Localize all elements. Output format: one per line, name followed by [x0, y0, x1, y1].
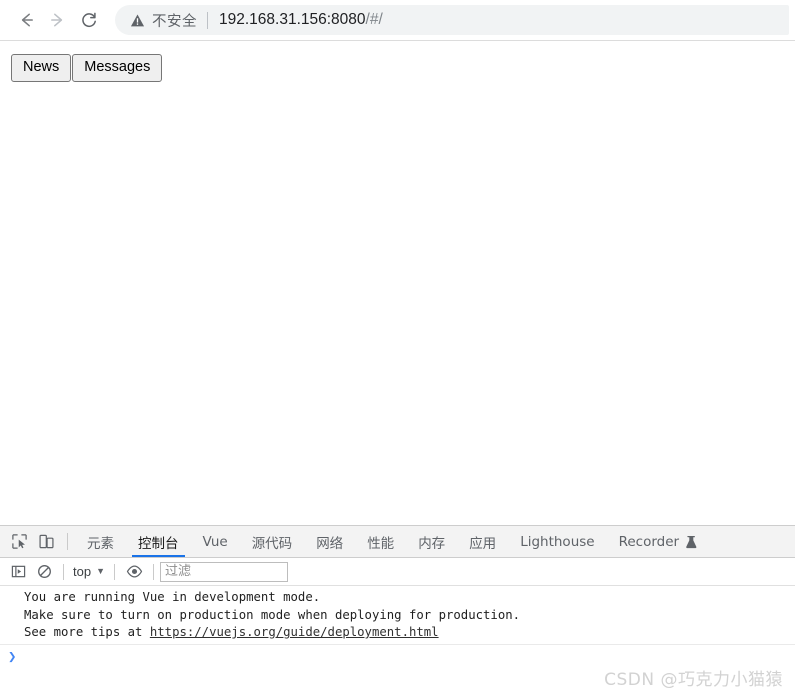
- console-toolbar: top ▼: [0, 558, 795, 586]
- browser-toolbar: 不安全 192.168.31.156:8080/#/: [0, 0, 795, 41]
- security-status-chip[interactable]: 不安全: [130, 10, 197, 31]
- forward-button[interactable]: [42, 5, 72, 35]
- clear-console-button[interactable]: [31, 559, 57, 585]
- console-message-line: You are running Vue in development mode.: [24, 590, 321, 604]
- execution-context-value: top: [73, 564, 92, 579]
- device-toolbar-button[interactable]: [33, 526, 60, 557]
- console-output: You are running Vue in development mode.…: [0, 586, 795, 697]
- devtools-panel: 元素 控制台 Vue 源代码 网络 性能 内存 应用 Lighthouse Re…: [0, 525, 795, 697]
- page-viewport: News Messages: [0, 41, 795, 525]
- tab-recorder[interactable]: Recorder: [607, 526, 710, 557]
- reload-button[interactable]: [74, 5, 104, 35]
- console-sidebar-toggle-button[interactable]: [5, 559, 31, 585]
- page-nav-buttons: News Messages: [11, 54, 795, 83]
- console-toolbar-divider-3: [153, 563, 154, 580]
- tab-application[interactable]: 应用: [457, 526, 508, 557]
- prompt-chevron-icon: ❯: [8, 648, 17, 665]
- tab-performance[interactable]: 性能: [355, 526, 406, 557]
- clear-console-icon: [37, 565, 51, 578]
- forward-arrow-icon: [51, 13, 63, 27]
- watermark: CSDN @巧克力小猫猿: [604, 670, 783, 690]
- chevron-down-icon: ▼: [96, 566, 105, 576]
- console-message-line: Make sure to turn on production mode whe…: [24, 607, 521, 622]
- tab-label: 性能: [367, 535, 395, 552]
- tab-network[interactable]: 网络: [304, 526, 355, 557]
- warning-triangle-icon: [130, 14, 145, 26]
- console-message-line: See more tips at https://vuejs.org/guide…: [24, 624, 795, 642]
- tabbar-divider: [67, 533, 68, 550]
- tab-console[interactable]: 控制台: [126, 526, 191, 557]
- console-message[interactable]: You are running Vue in development mode.…: [0, 586, 795, 645]
- tab-label: 元素: [87, 535, 114, 552]
- back-button[interactable]: [12, 5, 42, 35]
- tab-label: 源代码: [251, 535, 293, 552]
- omnibox-divider: [207, 11, 208, 29]
- tab-label: Lighthouse: [520, 533, 595, 550]
- tab-label: 网络: [316, 535, 344, 552]
- console-toolbar-divider-2: [114, 563, 115, 580]
- reload-icon: [82, 12, 96, 28]
- live-expression-eye-icon: [126, 565, 142, 578]
- url-text[interactable]: 192.168.31.156:8080/#/: [219, 11, 383, 29]
- flask-icon: [686, 535, 697, 548]
- url-host: 192.168.31.156:8080: [219, 11, 366, 28]
- tab-label: 应用: [469, 535, 497, 552]
- security-status-text: 不安全: [152, 13, 197, 30]
- browser-window: 不安全 192.168.31.156:8080/#/ News Messages: [0, 0, 795, 697]
- tab-vue[interactable]: Vue: [191, 526, 240, 557]
- console-sidebar-icon: [11, 565, 25, 578]
- back-arrow-icon: [21, 13, 33, 27]
- messages-button[interactable]: Messages: [72, 54, 163, 83]
- device-toolbar-icon: [39, 534, 54, 549]
- tab-label: 内存: [418, 535, 446, 552]
- live-expression-button[interactable]: [121, 559, 147, 585]
- url-path: /#/: [365, 11, 383, 28]
- console-filter-input[interactable]: [160, 561, 288, 582]
- tab-label: Recorder: [618, 533, 680, 550]
- news-button[interactable]: News: [11, 54, 72, 83]
- console-message-text: See more tips at: [24, 625, 150, 639]
- tab-sources[interactable]: 源代码: [240, 526, 305, 557]
- deployment-docs-link[interactable]: https://vuejs.org/guide/deployment.html: [150, 625, 439, 639]
- console-toolbar-divider-1: [63, 563, 64, 580]
- tab-lighthouse[interactable]: Lighthouse: [508, 526, 606, 557]
- address-bar[interactable]: 不安全 192.168.31.156:8080/#/: [115, 5, 789, 35]
- devtools-tabbar: 元素 控制台 Vue 源代码 网络 性能 内存 应用 Lighthouse Re…: [0, 526, 795, 558]
- inspect-element-button[interactable]: [6, 526, 33, 557]
- tab-label: Vue: [202, 533, 228, 550]
- execution-context-selector[interactable]: top ▼: [70, 564, 108, 579]
- tab-label: 控制台: [138, 535, 179, 552]
- tab-memory[interactable]: 内存: [406, 526, 457, 557]
- tab-elements[interactable]: 元素: [75, 526, 126, 557]
- inspect-element-icon: [12, 534, 27, 549]
